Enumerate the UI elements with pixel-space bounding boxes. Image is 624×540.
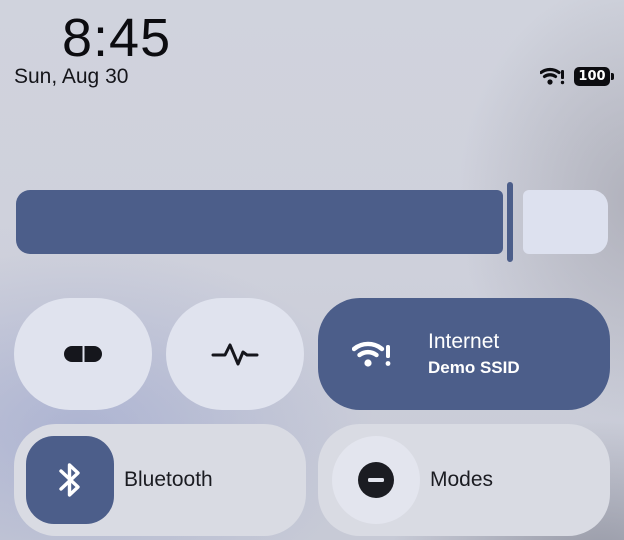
brightness-slider[interactable] <box>16 182 608 262</box>
date: Sun, Aug 30 <box>14 65 129 88</box>
do-not-disturb-icon <box>357 461 395 499</box>
brightness-slider-handle[interactable] <box>507 182 513 262</box>
brightness-slider-track[interactable] <box>523 190 608 254</box>
modes-tile[interactable]: Modes <box>318 424 610 536</box>
wifi-alert-icon <box>352 339 392 369</box>
status-icons: 100 <box>540 64 614 88</box>
internet-ssid: Demo SSID <box>428 358 520 377</box>
internet-label: Internet <box>428 330 500 353</box>
modes-label: Modes <box>430 468 494 491</box>
clock: 8:45 <box>62 8 172 68</box>
bluetooth-icon <box>57 461 83 499</box>
battery-level: 100 <box>578 68 606 84</box>
flashlight-tile[interactable] <box>14 298 152 410</box>
bluetooth-toggle[interactable] <box>26 436 114 524</box>
flashlight-icon <box>63 344 103 364</box>
activity-tile[interactable] <box>166 298 304 410</box>
internet-label-group: Internet Demo SSID <box>428 329 520 379</box>
modes-toggle[interactable] <box>332 436 420 524</box>
bluetooth-label: Bluetooth <box>124 468 213 491</box>
bluetooth-tile[interactable]: Bluetooth <box>14 424 306 536</box>
brightness-slider-fill <box>16 190 503 254</box>
pulse-icon <box>211 340 259 368</box>
wifi-alert-icon <box>540 66 566 86</box>
internet-tile[interactable]: Internet Demo SSID <box>318 298 610 410</box>
battery-icon: 100 <box>574 66 614 86</box>
